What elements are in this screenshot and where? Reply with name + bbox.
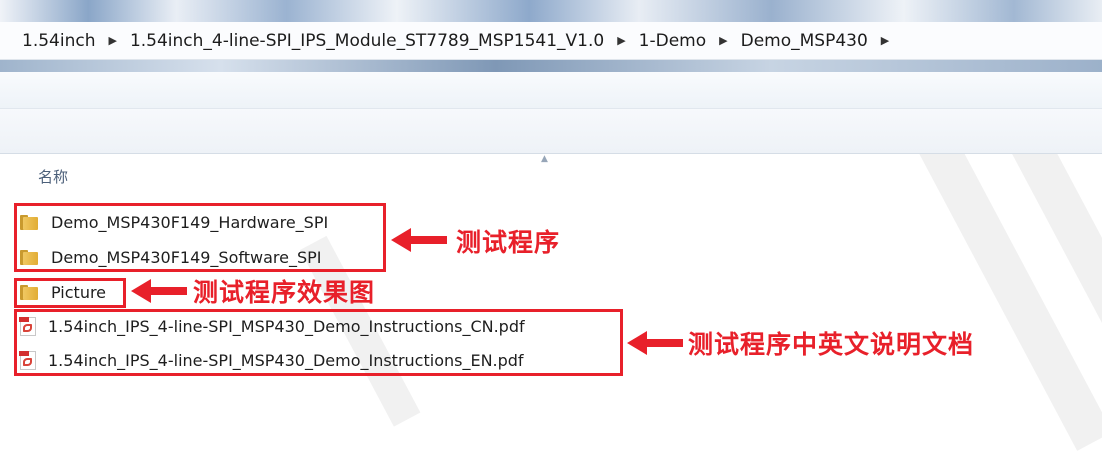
column-header-row: ▲ 名称 [0, 154, 1102, 196]
annotation-test-program-effect: 测试程序效果图 [193, 278, 376, 307]
window-title-strip [0, 0, 1102, 22]
arrow-left-icon [391, 224, 447, 256]
chevron-right-icon[interactable]: ▶ [708, 34, 738, 47]
breadcrumb-item[interactable]: 1.54inch_4-line-SPI_IPS_Module_ST7789_MS… [128, 31, 606, 51]
annotation-test-program: 测试程序 [456, 228, 561, 257]
breadcrumb-item[interactable]: 1.54inch [0, 31, 97, 51]
chevron-right-icon[interactable]: ▶ [870, 34, 900, 47]
toolbar-band [0, 60, 1102, 72]
breadcrumb-item[interactable]: Demo_MSP430 [739, 31, 870, 51]
annotation-box-test-programs [14, 203, 386, 272]
breadcrumb-item[interactable]: 1-Demo [637, 31, 708, 51]
annotation-test-program-docs: 测试程序中英文说明文档 [688, 330, 975, 359]
breadcrumb[interactable]: 1.54inch ▶ 1.54inch_4-line-SPI_IPS_Modul… [0, 22, 1102, 60]
arrow-left-icon [627, 327, 683, 359]
annotation-box-picture [14, 278, 126, 308]
chevron-right-icon[interactable]: ▶ [97, 34, 127, 47]
toolbar [0, 72, 1102, 109]
arrow-left-icon [131, 275, 187, 307]
sort-up-icon[interactable]: ▲ [541, 154, 548, 164]
column-header-name[interactable]: 名称 [38, 166, 68, 187]
chevron-right-icon[interactable]: ▶ [606, 34, 636, 47]
annotation-box-documents [14, 309, 623, 376]
toolbar-secondary [0, 109, 1102, 154]
